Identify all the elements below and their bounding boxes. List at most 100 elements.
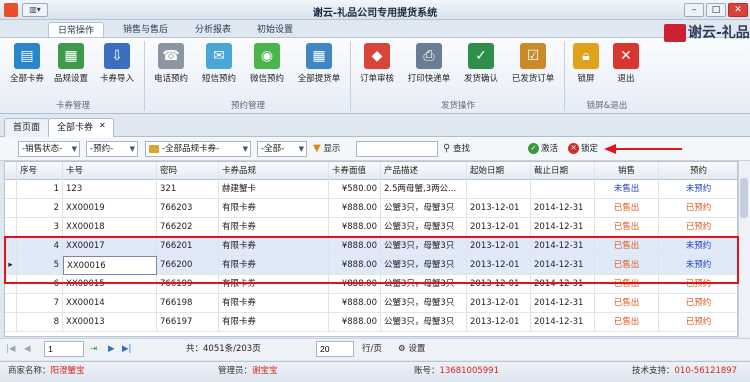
table-cell[interactable] — [467, 180, 531, 199]
table-cell[interactable]: 5 — [17, 256, 63, 275]
table-cell[interactable]: ¥888.00 — [329, 218, 381, 237]
table-cell[interactable]: 未预约 — [659, 180, 737, 199]
table-row[interactable]: 8 XX00013 766197 有限卡券 ¥888.00 公蟹3只，母蟹3只 2013-1… — [5, 313, 737, 332]
table-cell[interactable]: 有限卡券 — [219, 256, 329, 275]
spec-select[interactable]: -全部品规卡券- ▼ — [145, 141, 251, 157]
table-cell[interactable]: 7 — [17, 294, 63, 313]
sale-status-select[interactable]: -销售状态- ▼ — [18, 141, 80, 157]
table-cell[interactable]: 已预约 — [659, 275, 737, 294]
table-cell[interactable]: 6 — [17, 275, 63, 294]
all-select[interactable]: -全部- ▼ — [257, 141, 307, 157]
table-cell[interactable]: 766203 — [157, 199, 219, 218]
table-cell[interactable]: 未售出 — [595, 180, 659, 199]
table-cell[interactable]: 未预约 — [659, 256, 737, 275]
search-input[interactable] — [356, 141, 438, 157]
table-cell[interactable]: 有限卡券 — [219, 294, 329, 313]
confirm-shipment-button[interactable]: ✓ 发货确认 — [458, 41, 504, 93]
table-cell[interactable]: 2013-12-01 — [467, 256, 531, 275]
table-row[interactable]: 2 XX00019 766203 有限卡券 ¥888.00 公蟹3只，母蟹3只 2013-1… — [5, 199, 737, 218]
column-header[interactable]: 截止日期 — [531, 162, 595, 180]
table-cell[interactable]: 公蟹3只，母蟹3只 — [381, 256, 467, 275]
column-header[interactable]: 序号 — [17, 162, 63, 180]
table-cell[interactable]: 123 — [63, 180, 157, 199]
last-page-icon[interactable]: ▶| — [122, 341, 131, 357]
order-review-button[interactable]: ◆ 订单审核 — [354, 41, 400, 93]
page-number-input[interactable] — [44, 341, 84, 357]
close-window-button[interactable]: ✕ — [728, 3, 748, 17]
table-cell[interactable]: 有限卡券 — [219, 313, 329, 332]
table-cell[interactable]: 已售出 — [595, 199, 659, 218]
column-header[interactable]: 预约 — [659, 162, 737, 180]
table-cell[interactable]: 2013-12-01 — [467, 313, 531, 332]
lock-screen-button[interactable]: 🔒︎ 锁屏 — [566, 41, 606, 93]
table-cell[interactable]: 有限卡券 — [219, 237, 329, 256]
table-cell[interactable]: 766201 — [157, 237, 219, 256]
table-row[interactable]: 1 123 321 赫建蟹卡 ¥580.00 2.5两母蟹,3两公... 未售出 未预约 — [5, 180, 737, 199]
table-cell[interactable]: 766198 — [157, 294, 219, 313]
table-cell[interactable]: ¥580.00 — [329, 180, 381, 199]
table-cell[interactable]: 766200 — [157, 256, 219, 275]
table-cell[interactable]: 已预约 — [659, 199, 737, 218]
scrollbar-thumb[interactable] — [740, 178, 748, 218]
table-row[interactable]: 6 XX00015 766199 有限卡券 ¥888.00 公蟹3只，母蟹3只 2013-1… — [5, 275, 737, 294]
tab-initial-settings[interactable]: 初始设置 — [248, 22, 302, 38]
table-cell[interactable]: ¥888.00 — [329, 237, 381, 256]
table-cell[interactable]: 有限卡券 — [219, 218, 329, 237]
row-indicator[interactable] — [5, 313, 17, 332]
table-cell[interactable]: 公蟹3只，母蟹3只 — [381, 218, 467, 237]
table-cell[interactable]: 2013-12-01 — [467, 275, 531, 294]
table-row[interactable]: ▸ 5 XX00016 766200 有限卡券 ¥888.00 公蟹3只，母蟹3只 2013-… — [5, 256, 737, 275]
prev-page-icon[interactable]: ◀ — [24, 341, 31, 357]
table-cell[interactable]: ¥888.00 — [329, 275, 381, 294]
table-row[interactable]: 3 XX00018 766202 有限卡券 ¥888.00 公蟹3只，母蟹3只 2013-1… — [5, 218, 737, 237]
table-cell[interactable]: 3 — [17, 218, 63, 237]
table-row[interactable]: 4 XX00017 766201 有限卡券 ¥888.00 公蟹3只，母蟹3只 2013-1… — [5, 237, 737, 256]
wechat-reserve-button[interactable]: ◉ 微信预约 — [244, 41, 290, 93]
table-cell[interactable]: 有限卡券 — [219, 275, 329, 294]
tab-sales-after-sales[interactable]: 销售与售后 — [114, 22, 177, 38]
table-cell[interactable]: 2.5两母蟹,3两公... — [381, 180, 467, 199]
page-size-input[interactable] — [316, 341, 354, 357]
all-delivery-orders-button[interactable]: ▦ 全部提货单 — [292, 41, 346, 93]
tab-daily-ops[interactable]: 日常操作 — [48, 22, 105, 38]
spec-settings-button[interactable]: ▦ 品规设置 — [48, 41, 94, 93]
table-cell[interactable]: 公蟹3只，母蟹3只 — [381, 237, 467, 256]
column-header[interactable]: 卡券面值 — [329, 162, 381, 180]
activate-button[interactable]: ✓ 激活 — [528, 141, 558, 157]
go-page-icon[interactable]: ⇥ — [90, 341, 97, 357]
show-button[interactable]: ▼ 显示 — [313, 141, 340, 157]
table-cell[interactable]: 有限卡券 — [219, 199, 329, 218]
table-cell[interactable]: ¥888.00 — [329, 313, 381, 332]
column-header[interactable]: 密码 — [157, 162, 219, 180]
table-cell[interactable]: 已预约 — [659, 294, 737, 313]
table-cell[interactable]: 未预约 — [659, 237, 737, 256]
table-cell[interactable]: XX00018 — [63, 218, 157, 237]
table-cell[interactable]: ¥888.00 — [329, 199, 381, 218]
table-cell[interactable]: 2014-12-31 — [531, 294, 595, 313]
exit-button[interactable]: ✕ 退出 — [606, 41, 646, 93]
minimize-button[interactable]: – — [684, 3, 704, 17]
table-cell[interactable]: 公蟹3只，母蟹3只 — [381, 313, 467, 332]
column-header[interactable]: 销售 — [595, 162, 659, 180]
column-header[interactable]: 起始日期 — [467, 162, 531, 180]
table-cell[interactable]: 2013-12-01 — [467, 237, 531, 256]
row-indicator[interactable] — [5, 237, 17, 256]
table-cell[interactable]: ¥888.00 — [329, 294, 381, 313]
table-row[interactable]: 7 XX00014 766198 有限卡券 ¥888.00 公蟹3只，母蟹3只 2013-1… — [5, 294, 737, 313]
table-cell[interactable]: ¥888.00 — [329, 256, 381, 275]
table-cell[interactable]: 2013-12-01 — [467, 218, 531, 237]
print-waybill-button[interactable]: ⎙ 打印快递单 — [402, 41, 456, 93]
column-header[interactable]: 产品描述 — [381, 162, 467, 180]
table-cell[interactable]: 已售出 — [595, 256, 659, 275]
table-cell[interactable]: XX00014 — [63, 294, 157, 313]
pager-settings-button[interactable]: ⚙ 设置 — [398, 341, 425, 357]
column-header[interactable]: 卡号 — [63, 162, 157, 180]
table-cell[interactable]: 766202 — [157, 218, 219, 237]
row-indicator[interactable]: ▸ — [5, 256, 17, 275]
table-cell[interactable]: 已售出 — [595, 294, 659, 313]
table-cell[interactable]: 公蟹3只，母蟹3只 — [381, 199, 467, 218]
reserve-select[interactable]: -预约- ▼ — [86, 141, 138, 157]
table-cell[interactable]: 2014-12-31 — [531, 313, 595, 332]
table-cell[interactable]: 2014-12-31 — [531, 218, 595, 237]
column-header[interactable]: 卡券品规 — [219, 162, 329, 180]
